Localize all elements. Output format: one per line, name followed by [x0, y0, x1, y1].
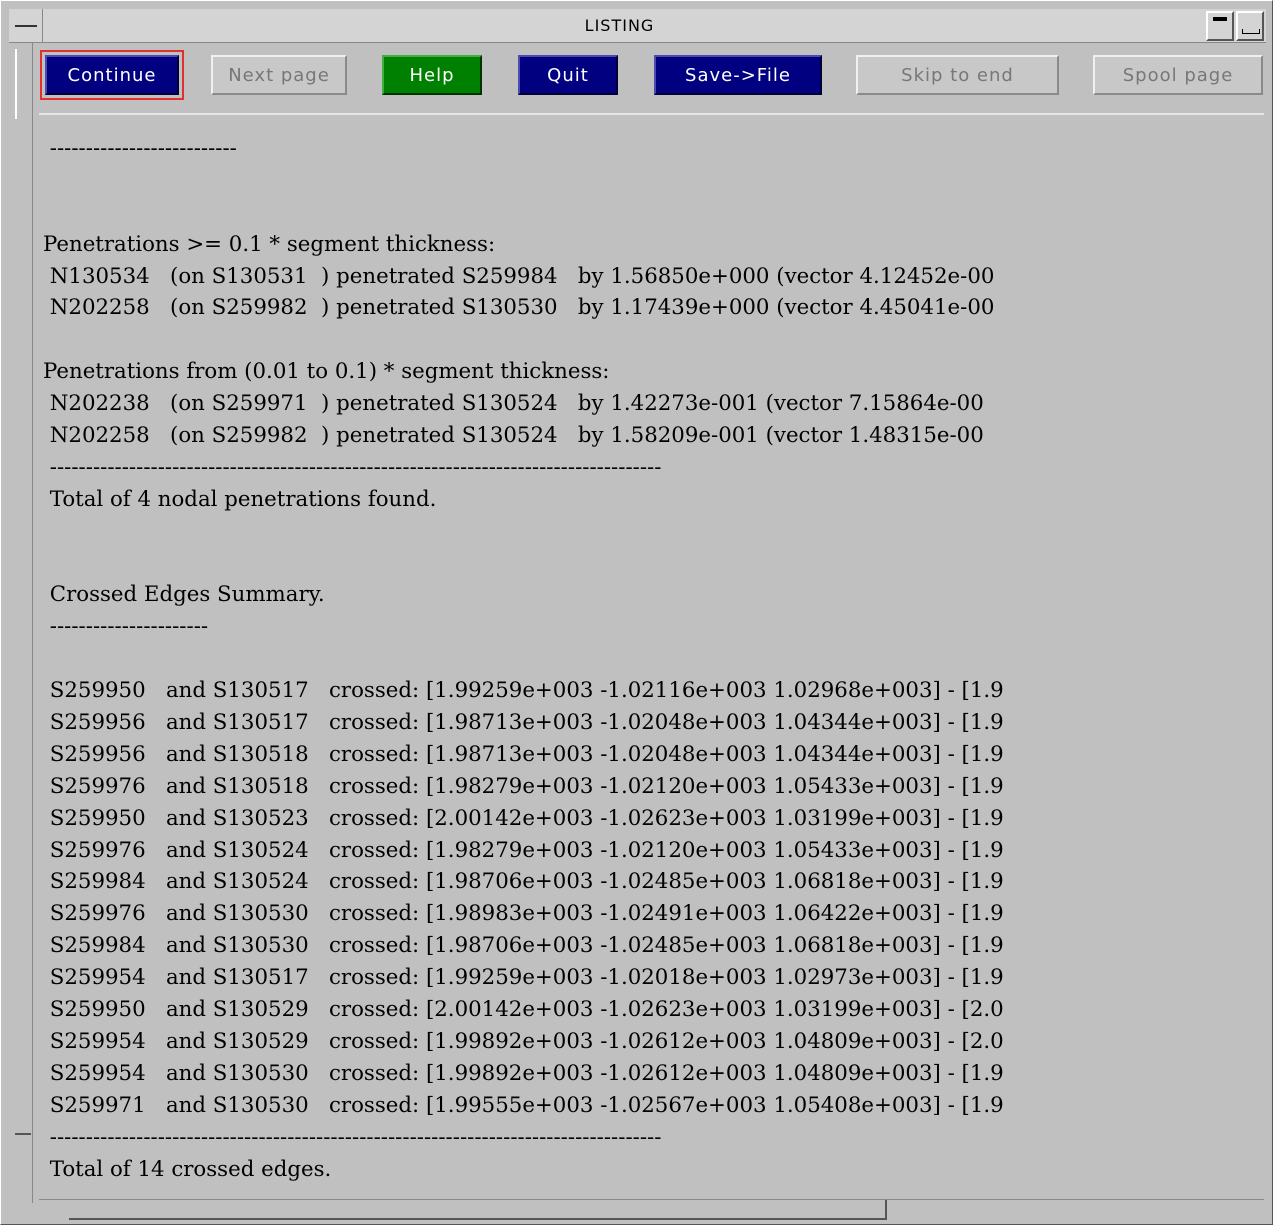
listing-line: S259971 and S130530 crossed: [1.99555e+0… — [43, 1092, 1004, 1118]
listing-line: ----------------------------------------… — [43, 454, 662, 480]
listing-line: S259954 and S130517 crossed: [1.99259e+0… — [43, 965, 1004, 991]
listing-line: N202238 (on S259971 ) penetrated S130524… — [43, 391, 984, 417]
window-menu-icon[interactable] — [9, 9, 43, 43]
listing-line: S259950 and S130529 crossed: [2.00142e+0… — [43, 997, 1004, 1023]
title-bar[interactable]: LISTING — [9, 9, 1266, 43]
save-to-file-button[interactable]: Save->File — [654, 55, 822, 95]
listing-line: S259976 and S130518 crossed: [1.98279e+0… — [43, 773, 1004, 799]
listing-line: S259956 and S130517 crossed: [1.98713e+0… — [43, 710, 1004, 736]
listing-line: Total of 14 crossed edges. — [43, 1156, 332, 1182]
horizontal-scrollbar[interactable] — [39, 1199, 1264, 1223]
listing-line: -------------------------- — [43, 136, 237, 161]
listing-line: N130534 (on S130531 ) penetrated S259984… — [43, 263, 995, 289]
help-button[interactable]: Help — [382, 55, 482, 95]
scroll-left-arrow-icon[interactable] — [41, 1202, 65, 1220]
toolbar: Continue Next page Help Quit Save->File … — [37, 45, 1266, 109]
quit-button[interactable]: Quit — [518, 55, 618, 95]
listing-line — [43, 516, 1004, 548]
left-resize-edge[interactable] — [9, 43, 33, 1203]
listing-line — [43, 643, 1004, 675]
maximize-icon[interactable] — [1236, 11, 1264, 41]
listing-line: S259984 and S130524 crossed: [1.98706e+0… — [43, 869, 1004, 895]
listing-line: Penetrations >= 0.1 * segment thickness: — [43, 231, 496, 257]
listing-line: S259976 and S130530 crossed: [1.98983e+0… — [43, 901, 1004, 927]
listing-line: S259950 and S130523 crossed: [2.00142e+0… — [43, 805, 1004, 831]
next-page-button[interactable]: Next page — [211, 55, 347, 95]
skip-to-end-button[interactable]: Skip to end — [856, 55, 1059, 95]
listing-line — [43, 197, 1004, 229]
listing-line: ---------------------- — [43, 614, 209, 640]
listing-line: S259950 and S130517 crossed: [1.99259e+0… — [43, 678, 1004, 704]
listing-line: S259954 and S130530 crossed: [1.99892e+0… — [43, 1060, 1004, 1086]
listing-line: N202258 (on S259982 ) penetrated S130530… — [43, 295, 995, 321]
continue-button[interactable]: Continue — [40, 50, 184, 100]
listing-line — [43, 165, 1004, 197]
scroll-right-arrow-icon[interactable] — [1238, 1202, 1262, 1220]
scrollbar-thumb[interactable] — [69, 1200, 887, 1220]
listing-line — [43, 324, 1004, 356]
listing-line: Penetrations from (0.01 to 0.1) * segmen… — [43, 359, 610, 385]
listing-line — [43, 548, 1004, 580]
listing-line: S259954 and S130529 crossed: [1.99892e+0… — [43, 1028, 1004, 1054]
spool-page-button[interactable]: Spool page — [1093, 55, 1263, 95]
listing-line: S259976 and S130524 crossed: [1.98279e+0… — [43, 837, 1004, 863]
minimize-icon[interactable] — [1206, 11, 1234, 41]
listing-line: ----------------------------------------… — [43, 1124, 662, 1150]
listing-line: Total of 4 nodal penetrations found. — [43, 486, 437, 512]
listing-output-area[interactable]: -------------------------- Penetrations >… — [39, 113, 1264, 1199]
listing-line: S259956 and S130518 crossed: [1.98713e+0… — [43, 741, 1004, 767]
listing-text: -------------------------- Penetrations >… — [43, 133, 1004, 1185]
listing-window: LISTING Continue Next page Help Quit Sav… — [0, 0, 1273, 1225]
listing-line: Crossed Edges Summary. — [43, 582, 325, 608]
listing-line: S259984 and S130530 crossed: [1.98706e+0… — [43, 933, 1004, 959]
window-title: LISTING — [584, 16, 655, 35]
listing-line: N202258 (on S259982 ) penetrated S130524… — [43, 423, 984, 449]
